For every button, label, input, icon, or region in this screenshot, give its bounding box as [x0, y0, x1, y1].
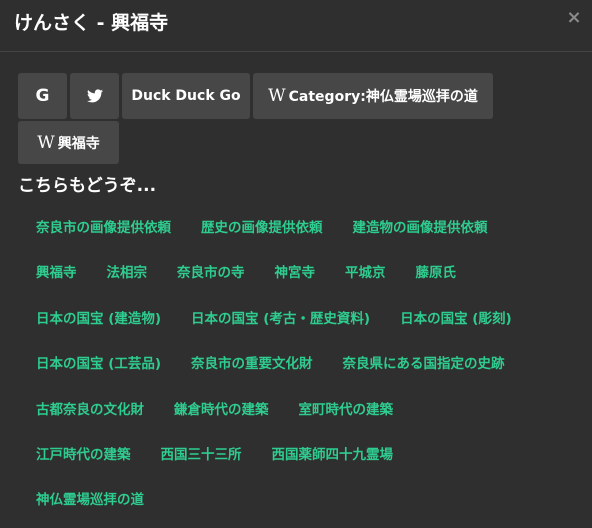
related-tag-link[interactable]: 西国薬師四十九霊場 — [272, 437, 394, 473]
related-tag-link[interactable]: 神宮寺 — [275, 255, 316, 291]
tag-row: 興福寺 法相宗 奈良市の寺 神宮寺 平城京 藤原氏 — [36, 255, 576, 300]
related-tag-link[interactable]: 鎌倉時代の建築 — [174, 392, 269, 428]
twitter-search-button[interactable] — [70, 73, 119, 119]
tag-row: 神仏霊場巡拝の道 — [36, 482, 576, 527]
related-tags: 奈良市の画像提供依頼 歴史の画像提供依頼 建造物の画像提供依頼 興福寺 法相宗 奈良市の… — [36, 210, 576, 528]
wikipedia-icon: W — [268, 86, 286, 106]
related-tag-link[interactable]: 藤原氏 — [416, 255, 457, 291]
tag-row: 古都奈良の文化財 鎌倉時代の建築 室町時代の建築 — [36, 392, 576, 437]
tag-row: 日本の国宝 (工芸品) 奈良市の重要文化財 奈良県にある国指定の史跡 — [36, 346, 576, 391]
related-tag-link[interactable]: 平城京 — [345, 255, 386, 291]
wikipedia-article-button[interactable]: W 興福寺 — [18, 121, 119, 164]
dialog-header: けんさく - 興福寺 × — [0, 0, 592, 52]
related-tag-link[interactable]: 西国三十三所 — [161, 437, 242, 473]
related-tag-link[interactable]: 奈良市の寺 — [177, 255, 245, 291]
tag-row: 江戸時代の建築 西国三十三所 西国薬師四十九霊場 — [36, 437, 576, 482]
google-icon: G — [35, 86, 50, 106]
duckduckgo-label: Duck Duck Go — [131, 88, 241, 104]
google-search-button[interactable]: G — [18, 73, 67, 119]
wikipedia-category-label: Category:神仏霊場巡拝の道 — [288, 89, 478, 105]
dialog-title: けんさく - 興福寺 — [14, 12, 169, 34]
wikipedia-article-label: 興福寺 — [57, 135, 100, 152]
wikipedia-category-button[interactable]: W Category:神仏霊場巡拝の道 — [253, 73, 493, 119]
tag-row: 奈良市の画像提供依頼 歴史の画像提供依頼 建造物の画像提供依頼 — [36, 210, 576, 255]
related-tag-link[interactable]: 奈良県にある国指定の史跡 — [343, 346, 505, 382]
related-tag-link[interactable]: 日本の国宝 (工芸品) — [36, 346, 161, 382]
tag-row: 日本の国宝 (建造物) 日本の国宝 (考古・歴史資料) 日本の国宝 (彫刻) — [36, 301, 576, 346]
twitter-bird-icon — [86, 89, 103, 103]
duckduckgo-search-button[interactable]: Duck Duck Go — [122, 73, 250, 119]
related-tag-link[interactable]: 日本の国宝 (建造物) — [36, 301, 161, 337]
related-tag-link[interactable]: 室町時代の建築 — [299, 392, 394, 428]
related-tag-link[interactable]: 江戸時代の建築 — [36, 437, 131, 473]
wikipedia-icon: W — [37, 132, 55, 153]
related-tag-link[interactable]: 興福寺 — [36, 255, 77, 291]
related-tag-link[interactable]: 法相宗 — [107, 255, 148, 291]
related-tag-link[interactable]: 奈良市の重要文化財 — [191, 346, 313, 382]
related-tag-link[interactable]: 建造物の画像提供依頼 — [353, 210, 488, 246]
related-tag-link[interactable]: 奈良市の画像提供依頼 — [36, 210, 171, 246]
related-tag-link[interactable]: 歴史の画像提供依頼 — [201, 210, 323, 246]
related-tag-link[interactable]: 神仏霊場巡拝の道 — [36, 482, 144, 518]
related-section-title: こちらもどうぞ... — [18, 176, 157, 196]
related-tag-link[interactable]: 古都奈良の文化財 — [36, 392, 144, 428]
related-tag-link[interactable]: 日本の国宝 (考古・歴史資料) — [191, 301, 370, 337]
close-icon[interactable]: × — [564, 8, 584, 28]
related-tag-link[interactable]: 日本の国宝 (彫刻) — [400, 301, 512, 337]
